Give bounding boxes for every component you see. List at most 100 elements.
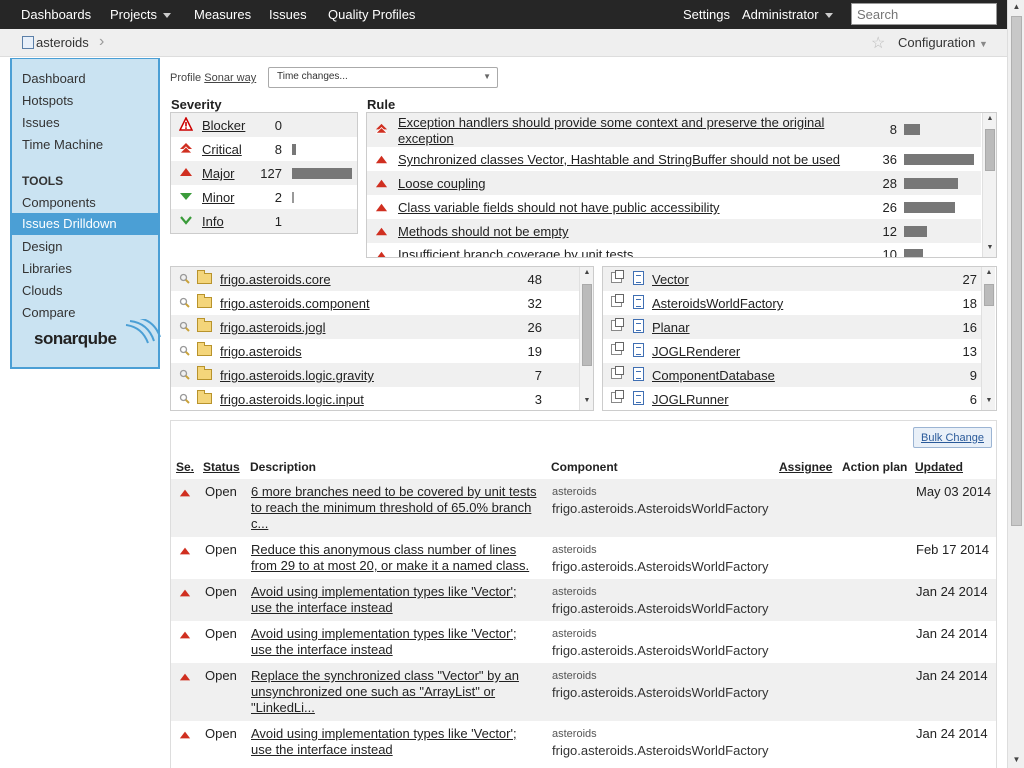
column-status[interactable]: Status (203, 460, 240, 474)
nav-projects[interactable]: Projects (110, 7, 171, 22)
rule-row[interactable]: Class variable fields should not have pu… (367, 195, 981, 219)
severity-label[interactable]: Major (202, 166, 235, 181)
issue-row[interactable]: Open 6 more branches need to be covered b… (171, 479, 996, 537)
package-name[interactable]: frigo.asteroids.logic.input (220, 392, 364, 407)
scroll-up-icon[interactable]: ▲ (1008, 2, 1024, 11)
open-file-icon[interactable] (611, 390, 624, 403)
file-row[interactable]: JOGLRunner 6 (603, 387, 981, 410)
scroll-thumb[interactable] (582, 284, 592, 366)
file-row[interactable]: ComponentDatabase 9 (603, 363, 981, 387)
open-file-icon[interactable] (611, 342, 624, 355)
file-name[interactable]: AsteroidsWorldFactory (652, 296, 783, 311)
sidebar-item-time-machine[interactable]: Time Machine (22, 137, 103, 152)
sidebar-item-clouds[interactable]: Clouds (22, 283, 62, 298)
package-row[interactable]: frigo.asteroids 19 (171, 339, 579, 363)
issue-row[interactable]: Open Avoid using implementation types lik… (171, 621, 996, 663)
open-file-icon[interactable] (611, 294, 624, 307)
file-name[interactable]: Vector (652, 272, 689, 287)
rule-row[interactable]: Methods should not be empty 12 (367, 219, 981, 243)
bulk-change-button[interactable]: Bulk Change (913, 427, 992, 448)
rule-label[interactable]: Exception handlers should provide some c… (398, 115, 848, 147)
nav-dashboards[interactable]: Dashboards (21, 7, 91, 22)
sidebar-item-design[interactable]: Design (22, 239, 62, 254)
file-name[interactable]: ComponentDatabase (652, 368, 775, 383)
scroll-up-icon[interactable]: ▲ (982, 269, 996, 276)
severity-label[interactable]: Blocker (202, 118, 245, 133)
package-name[interactable]: frigo.asteroids.component (220, 296, 370, 311)
issue-row[interactable]: Open Reduce this anonymous class number o… (171, 537, 996, 579)
rule-label[interactable]: Synchronized classes Vector, Hashtable a… (398, 152, 840, 167)
configuration-menu[interactable]: Configuration ▼ (898, 35, 988, 50)
page-scrollbar[interactable]: ▲ ▼ (1007, 0, 1024, 768)
issue-row[interactable]: Open Avoid using implementation types lik… (171, 721, 996, 763)
rule-label[interactable]: Insufficient branch coverage by unit tes… (398, 247, 633, 257)
issue-description[interactable]: Reduce this anonymous class number of li… (251, 542, 541, 574)
scroll-down-icon[interactable]: ▼ (983, 244, 996, 251)
file-row[interactable]: JOGLRenderer 13 (603, 339, 981, 363)
open-file-icon[interactable] (611, 366, 624, 379)
issue-row[interactable]: Open Replace the synchronized class "Vect… (171, 663, 996, 721)
file-name[interactable]: Planar (652, 320, 690, 335)
nav-issues[interactable]: Issues (269, 7, 307, 22)
favorite-star-icon[interactable]: ☆ (871, 33, 885, 53)
scroll-thumb[interactable] (984, 284, 994, 306)
sidebar-item-dashboard[interactable]: Dashboard (22, 71, 86, 86)
scroll-thumb[interactable] (1011, 16, 1022, 526)
file-name[interactable]: JOGLRenderer (652, 344, 740, 359)
issue-row[interactable]: Open Avoid using implementation types lik… (171, 579, 996, 621)
packages-scrollbar[interactable]: ▲ ▼ (579, 267, 593, 410)
package-row[interactable]: frigo.asteroids.component 32 (171, 291, 579, 315)
package-name[interactable]: frigo.asteroids.core (220, 272, 331, 287)
files-scrollbar[interactable]: ▲ ▼ (981, 267, 995, 410)
nav-user-menu[interactable]: Administrator (742, 7, 833, 22)
sidebar-item-issues[interactable]: Issues (22, 115, 60, 130)
zoom-icon[interactable] (179, 393, 190, 404)
severity-label[interactable]: Info (202, 214, 224, 229)
file-row[interactable]: Planar 16 (603, 315, 981, 339)
column-severity[interactable]: Se. (176, 460, 194, 474)
zoom-icon[interactable] (179, 345, 190, 356)
package-name[interactable]: frigo.asteroids.logic.gravity (220, 368, 374, 383)
file-name[interactable]: JOGLRunner (652, 392, 729, 407)
rule-label[interactable]: Methods should not be empty (398, 224, 569, 239)
zoom-icon[interactable] (179, 369, 190, 380)
severity-row-blocker[interactable]: Blocker 0 (171, 113, 357, 137)
severity-row-info[interactable]: Info 1 (171, 209, 357, 233)
time-changes-select[interactable]: Time changes... ▼ (268, 67, 498, 88)
sidebar-item-hotspots[interactable]: Hotspots (22, 93, 73, 108)
severity-label[interactable]: Minor (202, 190, 235, 205)
scroll-up-icon[interactable]: ▲ (580, 269, 593, 276)
file-row[interactable]: Vector 27 (603, 267, 981, 291)
scroll-thumb[interactable] (985, 129, 995, 171)
open-file-icon[interactable] (611, 318, 624, 331)
zoom-icon[interactable] (179, 273, 190, 284)
package-row[interactable]: frigo.asteroids.jogl 26 (171, 315, 579, 339)
zoom-icon[interactable] (179, 297, 190, 308)
rule-row[interactable]: Exception handlers should provide some c… (367, 113, 981, 147)
column-assignee[interactable]: Assignee (779, 460, 832, 474)
rule-row[interactable]: Synchronized classes Vector, Hashtable a… (367, 147, 981, 171)
package-name[interactable]: frigo.asteroids.jogl (220, 320, 326, 335)
issue-description[interactable]: Avoid using implementation types like 'V… (251, 726, 541, 758)
issue-description[interactable]: Avoid using implementation types like 'V… (251, 626, 541, 658)
rule-row[interactable]: Insufficient branch coverage by unit tes… (367, 243, 981, 257)
rule-scrollbar[interactable]: ▲ ▼ (982, 113, 996, 257)
sidebar-item-libraries[interactable]: Libraries (22, 261, 72, 276)
scroll-down-icon[interactable]: ▼ (982, 397, 996, 404)
zoom-icon[interactable] (179, 321, 190, 332)
rule-label[interactable]: Class variable fields should not have pu… (398, 200, 720, 215)
scroll-down-icon[interactable]: ▼ (1008, 755, 1024, 764)
scroll-down-icon[interactable]: ▼ (580, 397, 593, 404)
sidebar-item-issues-drilldown[interactable]: Issues Drilldown (12, 213, 160, 235)
rule-row[interactable]: Loose coupling 28 (367, 171, 981, 195)
package-row[interactable]: frigo.asteroids.logic.gravity 7 (171, 363, 579, 387)
scroll-up-icon[interactable]: ▲ (983, 115, 996, 122)
sidebar-item-compare[interactable]: Compare (22, 305, 75, 320)
severity-row-major[interactable]: Major 127 (171, 161, 357, 185)
issue-description[interactable]: Replace the synchronized class "Vector" … (251, 668, 541, 716)
search-input[interactable] (851, 3, 997, 25)
severity-label[interactable]: Critical (202, 142, 242, 157)
issue-description[interactable]: Avoid using implementation types like 'V… (251, 584, 541, 616)
breadcrumb-project[interactable]: asteroids (22, 35, 89, 50)
profile-link[interactable]: Sonar way (204, 72, 256, 84)
